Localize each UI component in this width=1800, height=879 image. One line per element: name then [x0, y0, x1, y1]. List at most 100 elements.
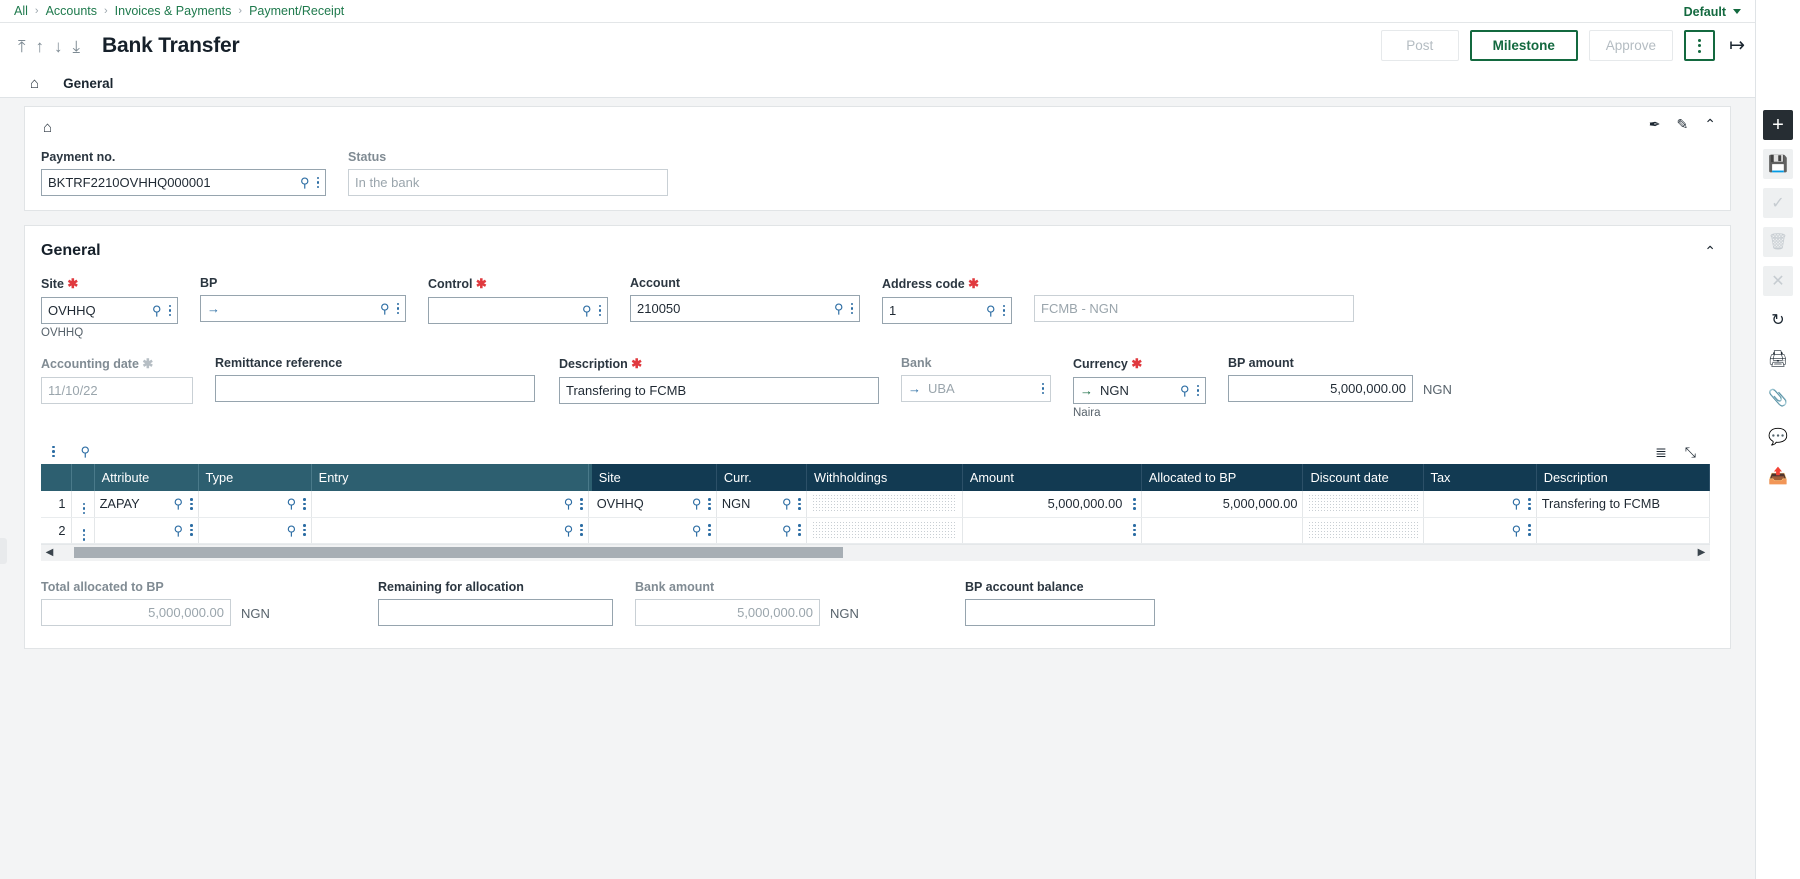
breadcrumb-item-payment-receipt[interactable]: Payment/Receipt [249, 4, 344, 18]
cell-type[interactable]: ⚲ [198, 491, 312, 518]
search-icon[interactable]: ⚲ [169, 524, 187, 537]
search-icon[interactable]: ⚲ [169, 497, 187, 510]
grid-col-entry[interactable]: Entry [311, 464, 589, 491]
drilldown-arrow-icon[interactable]: → [908, 381, 921, 396]
search-icon[interactable]: ⚲ [148, 304, 166, 317]
grid-col-curr[interactable]: Curr. [716, 464, 807, 491]
last-arrow-icon[interactable]: ⤓ [73, 38, 81, 55]
refresh-icon[interactable]: ↻ [1763, 305, 1793, 335]
grid-col-type[interactable]: Type [198, 464, 312, 491]
cell-menu-icon[interactable] [1130, 524, 1136, 536]
bp-input[interactable] [227, 301, 376, 316]
cell-entry[interactable]: ⚲ [311, 491, 589, 518]
search-icon[interactable]: ⚲ [778, 497, 796, 510]
field-menu-icon[interactable] [1039, 382, 1044, 395]
add-icon[interactable]: + [1763, 110, 1793, 140]
remaining-allocation-input[interactable] [385, 604, 606, 620]
grid-col-site[interactable]: Site [591, 464, 717, 491]
remaining-allocation-control[interactable] [378, 598, 613, 626]
cell-description[interactable]: Transfering to FCMB [1536, 491, 1711, 518]
currency-control[interactable]: → ⚲ [1073, 377, 1206, 404]
cell-tax[interactable]: ⚲ [1423, 517, 1537, 544]
cell-menu-icon[interactable] [300, 498, 306, 510]
account-control[interactable]: ⚲ [630, 295, 860, 322]
search-icon[interactable]: ⚲ [1508, 497, 1526, 510]
cell-menu-icon[interactable] [577, 524, 583, 536]
currency-input[interactable] [1100, 383, 1176, 398]
bp-account-balance-input[interactable] [972, 604, 1148, 620]
cell-attribute[interactable]: ZAPAY ⚲ [94, 491, 199, 518]
more-actions-button[interactable] [1684, 30, 1716, 61]
drilldown-arrow-icon[interactable]: → [1080, 383, 1093, 398]
search-icon[interactable]: ⚲ [688, 524, 706, 537]
grid-col-tax[interactable]: Tax [1423, 464, 1537, 491]
grid-col-attribute[interactable]: Attribute [94, 464, 199, 491]
remittance-reference-control[interactable] [215, 375, 535, 402]
prev-arrow-icon[interactable]: ↑ [36, 38, 45, 55]
cell-menu-icon[interactable] [705, 524, 711, 536]
search-icon[interactable]: ⚲ [560, 524, 578, 537]
cell-amount[interactable] [962, 517, 1142, 544]
remittance-reference-input[interactable] [222, 381, 528, 396]
search-icon[interactable]: ⚲ [1176, 384, 1194, 397]
search-icon[interactable]: ⚲ [778, 524, 796, 537]
bp-control[interactable]: → ⚲ [200, 295, 406, 322]
payment-no-control[interactable]: ⚲ [41, 169, 326, 196]
control-control[interactable]: ⚲ [428, 297, 608, 324]
description-control[interactable] [559, 377, 879, 404]
breadcrumb-item-all[interactable]: All [14, 4, 28, 18]
cell-menu-icon[interactable] [795, 498, 801, 510]
cell-menu-icon[interactable] [795, 524, 801, 536]
left-panel-handle[interactable] [0, 538, 7, 564]
bp-account-balance-control[interactable] [965, 598, 1155, 626]
cell-site[interactable]: ⚲ [591, 517, 717, 544]
grid-col-discount-date[interactable]: Discount date [1302, 464, 1424, 491]
cell-entry[interactable]: ⚲ [311, 517, 589, 544]
cell-allocated-to-bp[interactable]: 5,000,000.00 [1141, 491, 1304, 518]
payment-no-input[interactable] [48, 175, 296, 190]
grid-col-allocated-to-bp[interactable]: Allocated to BP [1141, 464, 1304, 491]
field-menu-icon[interactable] [166, 304, 171, 317]
breadcrumb-item-accounts[interactable]: Accounts [46, 4, 97, 18]
description-input[interactable] [566, 383, 872, 398]
home-icon[interactable]: ⌂ [30, 75, 39, 92]
breadcrumb-item-invoices-payments[interactable]: Invoices & Payments [115, 4, 232, 18]
cell-description[interactable] [1536, 517, 1711, 544]
table-row[interactable]: 2 ⚲ ⚲ ⚲ ⚲ ⚲ ⚲ [41, 517, 1711, 544]
grid-search-icon[interactable]: ⚲ [77, 445, 95, 458]
grid-col-withholdings[interactable]: Withholdings [806, 464, 963, 491]
search-icon[interactable]: ⚲ [982, 304, 1000, 317]
scroll-left-icon[interactable]: ◀ [41, 547, 58, 558]
address-code-control[interactable]: ⚲ [882, 297, 1012, 324]
grid-col-description[interactable]: Description [1536, 464, 1711, 491]
search-icon[interactable]: ⚲ [1508, 524, 1526, 537]
cell-menu-icon[interactable] [705, 498, 711, 510]
expand-icon[interactable]: ⤡ [1685, 445, 1696, 459]
print-icon[interactable]: 🖨 [1763, 344, 1793, 374]
cell-amount[interactable]: 5,000,000.00 [962, 491, 1142, 518]
cell-menu-icon[interactable] [1525, 524, 1531, 536]
address-code-input[interactable] [889, 303, 982, 318]
milestone-button[interactable]: Milestone [1469, 30, 1578, 61]
bp-amount-control[interactable] [1228, 375, 1413, 402]
search-icon[interactable]: ⚲ [296, 176, 314, 189]
pencil-icon[interactable]: ✎ [1677, 117, 1689, 131]
bp-amount-input[interactable] [1235, 381, 1406, 396]
cell-curr[interactable]: ⚲ [716, 517, 807, 544]
scrollbar-track[interactable] [58, 547, 1693, 558]
grid-menu-icon[interactable] [49, 445, 55, 458]
cell-menu-icon[interactable] [300, 524, 306, 536]
cell-type[interactable]: ⚲ [198, 517, 312, 544]
cell-site[interactable]: OVHHQ ⚲ [591, 491, 717, 518]
first-arrow-icon[interactable]: ⤒ [18, 38, 26, 55]
chevron-up-icon[interactable]: ⌃ [1704, 244, 1716, 258]
layers-icon[interactable]: ≣ [1655, 445, 1667, 459]
search-icon[interactable]: ⚲ [560, 497, 578, 510]
field-menu-icon[interactable] [848, 302, 853, 315]
grid-row-menu[interactable] [71, 491, 95, 518]
scroll-right-icon[interactable]: ▶ [1693, 547, 1710, 558]
control-input[interactable] [435, 303, 578, 318]
cell-menu-icon[interactable] [1525, 498, 1531, 510]
field-menu-icon[interactable] [1194, 384, 1199, 397]
next-arrow-icon[interactable]: ↓ [54, 38, 63, 55]
